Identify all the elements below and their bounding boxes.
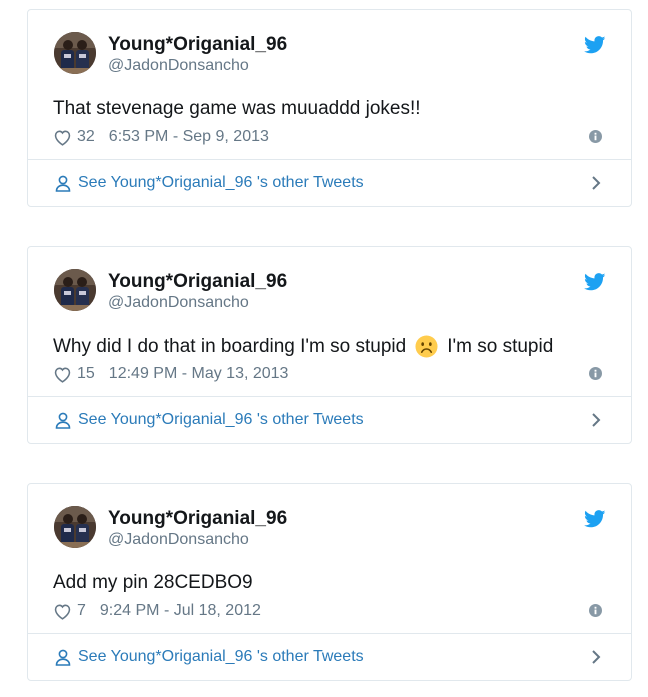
other-tweets-row[interactable]: See Young*Origanial_96 's other Tweets [28, 633, 631, 680]
info-icon[interactable] [589, 130, 602, 143]
avatar[interactable] [54, 32, 96, 74]
tweet-text-content: That stevenage game was muuaddd jokes!! [53, 98, 421, 119]
tweet-text-continued: I'm so stupid [447, 335, 554, 357]
person-icon [55, 175, 71, 192]
chevron-right-icon[interactable] [591, 175, 601, 191]
tweet-body: Young*Origanial_96 @JadonDonsancho Why d… [28, 247, 631, 397]
see-other-tweets-link[interactable]: See Young*Origanial_96 's other Tweets [78, 174, 364, 192]
person-icon [55, 649, 71, 666]
tweet-meta: 15 12:49 PM - May 13, 2013 [53, 364, 288, 384]
twitter-bird-icon[interactable] [584, 36, 606, 54]
tweet-text: That stevenage game was muuaddd jokes!! [53, 98, 421, 120]
tweet-body: Young*Origanial_96 @JadonDonsancho Add m… [28, 484, 631, 634]
timestamp[interactable]: 12:49 PM - May 13, 2013 [109, 365, 289, 383]
heart-icon[interactable] [53, 603, 72, 620]
other-tweets-row[interactable]: See Young*Origanial_96 's other Tweets [28, 396, 631, 443]
person-icon [55, 412, 71, 429]
tweet-text: Why did I do that in boarding I'm so stu… [53, 335, 553, 358]
tweet-text-content: Add my pin 28CEDBO9 [53, 572, 253, 593]
tweet-card[interactable]: Young*Origanial_96 @JadonDonsancho That … [27, 9, 632, 207]
twitter-bird-icon[interactable] [584, 273, 606, 291]
like-count[interactable]: 15 [77, 365, 95, 383]
tweet-meta: 32 6:53 PM - Sep 9, 2013 [53, 127, 269, 147]
avatar-photo [54, 269, 96, 311]
like-count[interactable]: 32 [77, 128, 95, 146]
other-tweets-row[interactable]: See Young*Origanial_96 's other Tweets [28, 159, 631, 206]
avatar-photo [54, 506, 96, 548]
see-other-tweets-link[interactable]: See Young*Origanial_96 's other Tweets [78, 648, 364, 666]
tweet-card[interactable]: Young*Origanial_96 @JadonDonsancho Why d… [27, 246, 632, 444]
tweet-text: Add my pin 28CEDBO9 [53, 572, 253, 594]
user-name[interactable]: Young*Origanial_96 [108, 508, 287, 530]
avatar-photo [54, 32, 96, 74]
user-handle[interactable]: @JadonDonsancho [108, 294, 249, 312]
user-handle[interactable]: @JadonDonsancho [108, 57, 249, 75]
info-icon[interactable] [589, 367, 602, 380]
heart-icon[interactable] [53, 129, 72, 146]
heart-icon[interactable] [53, 366, 72, 383]
tweet-meta: 7 9:24 PM - Jul 18, 2012 [53, 601, 261, 621]
see-other-tweets-link[interactable]: See Young*Origanial_96 's other Tweets [78, 411, 364, 429]
twitter-bird-icon[interactable] [584, 510, 606, 528]
user-handle[interactable]: @JadonDonsancho [108, 531, 249, 549]
like-count[interactable]: 7 [77, 602, 86, 620]
tweet-body: Young*Origanial_96 @JadonDonsancho That … [28, 10, 631, 160]
chevron-right-icon[interactable] [591, 649, 601, 665]
user-name[interactable]: Young*Origanial_96 [108, 34, 287, 56]
avatar[interactable] [54, 269, 96, 311]
tweet-text-content: Why did I do that in boarding I'm so stu… [53, 335, 407, 357]
timestamp[interactable]: 6:53 PM - Sep 9, 2013 [109, 128, 269, 146]
frowning-face-emoji [415, 335, 438, 358]
timestamp[interactable]: 9:24 PM - Jul 18, 2012 [100, 602, 261, 620]
avatar[interactable] [54, 506, 96, 548]
user-name[interactable]: Young*Origanial_96 [108, 271, 287, 293]
info-icon[interactable] [589, 604, 602, 617]
tweet-card[interactable]: Young*Origanial_96 @JadonDonsancho Add m… [27, 483, 632, 681]
chevron-right-icon[interactable] [591, 412, 601, 428]
